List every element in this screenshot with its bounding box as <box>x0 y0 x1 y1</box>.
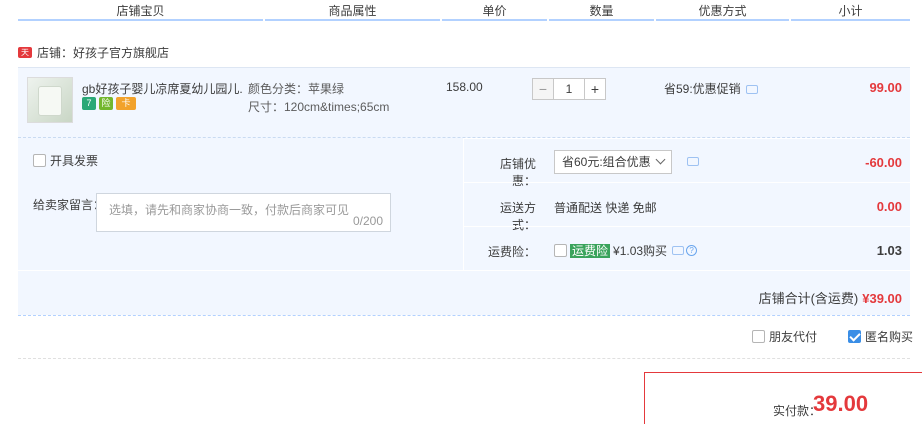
divider <box>18 315 910 316</box>
shop-name[interactable]: 店铺：好孩子官方旗舰店 <box>37 44 169 61</box>
card-icon: 卡 <box>116 97 136 110</box>
anonymous-option[interactable]: 匿名购买 <box>848 328 913 345</box>
friend-pay-checkbox[interactable] <box>752 330 765 343</box>
col-shop-items: 店铺宝贝 <box>18 0 263 21</box>
promo-text: 省59:优惠促销 <box>664 80 758 97</box>
store-discount-value: 省60元:组合优惠 <box>562 155 651 169</box>
insurance-option[interactable]: 运费险 ¥1.03购买 ? <box>554 242 698 259</box>
insurance-tag: 运费险 <box>570 243 611 258</box>
insurance-row: 运费险： 运费险 ¥1.03购买 ? 1.03 <box>464 226 910 270</box>
tmall-icon: 天猫 <box>18 46 32 68</box>
friend-pay-label: 朋友代付 <box>769 330 818 344</box>
quantity-stepper: − 1 + <box>532 78 606 100</box>
discount-info-icon[interactable] <box>687 157 699 166</box>
friend-pay-option[interactable]: 朋友代付 <box>752 328 817 345</box>
store-total-row: 店铺合计(含运费) ¥39.00 <box>18 270 910 316</box>
pay-amount: 39.00 <box>813 391 869 416</box>
store-total-amount: ¥39.00 <box>862 291 902 306</box>
seller-message-input[interactable]: 选填，请先和商家协商一致，付款后商家可见 0/200 <box>96 193 391 232</box>
invoice-label: 开具发票 <box>50 154 99 168</box>
quantity-input[interactable]: 1 <box>554 78 584 100</box>
divider <box>18 358 910 359</box>
shop-row: 天猫 店铺：好孩子官方旗舰店 <box>18 42 169 68</box>
col-price: 单价 <box>442 0 547 21</box>
store-total-label: 店铺合计(含运费) <box>758 291 859 306</box>
invoice-option[interactable]: 开具发票 <box>33 152 98 169</box>
col-quantity: 数量 <box>549 0 654 21</box>
col-attributes: 商品属性 <box>265 0 440 21</box>
unit-price: 158.00 <box>446 80 483 94</box>
col-subtotal: 小计 <box>791 0 910 21</box>
order-options-left: 开具发票 给卖家留言： 选填，请先和商家协商一致，付款后商家可见 0/200 <box>18 138 464 270</box>
quantity-minus-button[interactable]: − <box>532 78 554 100</box>
promo-label: 省59:优惠促销 <box>664 82 741 96</box>
item-subtotal: 99.00 <box>869 80 902 95</box>
anonymous-checkbox[interactable] <box>848 330 861 343</box>
help-icon[interactable]: ? <box>686 245 698 256</box>
quantity-plus-button[interactable]: + <box>584 78 606 100</box>
attr-size: 尺寸：120cm&times;65cm <box>248 100 390 114</box>
col-discount: 优惠方式 <box>656 0 789 21</box>
cart-item: gb好孩子婴儿凉席夏幼儿园儿... 7 险 卡 颜色分类：苹果绿 尺寸：120c… <box>18 67 910 137</box>
attr-color: 颜色分类：苹果绿 <box>248 82 345 96</box>
insurance-icon: 险 <box>99 97 113 110</box>
invoice-checkbox[interactable] <box>33 154 46 167</box>
cart-header: 店铺宝贝 商品属性 单价 数量 优惠方式 小计 <box>0 0 922 22</box>
shipping-amount: 0.00 <box>876 199 902 214</box>
store-discount-select[interactable]: 省60元:组合优惠 <box>554 150 672 174</box>
product-thumbnail[interactable] <box>27 77 73 123</box>
product-badges: 7 险 卡 <box>82 97 136 110</box>
anonymous-label: 匿名购买 <box>865 330 914 344</box>
store-discount-row: 店铺优惠： 省60元:组合优惠 -60.00 <box>464 138 910 188</box>
shipping-row: 运送方式： 普通配送 快递 免邮 0.00 <box>464 182 910 232</box>
insurance-amount: 1.03 <box>876 243 902 258</box>
promo-info-icon[interactable] <box>745 85 758 95</box>
insurance-value: ¥1.03购买 <box>613 244 668 258</box>
message-placeholder: 选填，请先和商家协商一致，付款后商家可见 <box>109 203 350 217</box>
seven-day-return-icon: 7 <box>82 97 96 110</box>
message-counter: 0/200 <box>352 214 383 228</box>
chevron-down-icon <box>655 154 666 165</box>
store-discount-amount: -60.00 <box>865 155 902 170</box>
order-options: 开具发票 给卖家留言： 选填，请先和商家协商一致，付款后商家可见 0/200 店… <box>18 137 910 315</box>
insurance-label: 运费险： <box>487 245 536 259</box>
store-total: 店铺合计(含运费) ¥39.00 <box>759 288 902 307</box>
insurance-checkbox[interactable] <box>554 244 567 257</box>
payment-summary: 实付款： 39.00 <box>644 372 922 424</box>
insurance-info-icon[interactable] <box>672 246 685 255</box>
product-title[interactable]: gb好孩子婴儿凉席夏幼儿园儿... <box>82 80 242 97</box>
shipping-value: 普通配送 快递 免邮 <box>554 201 657 215</box>
message-label: 给卖家留言： <box>33 198 106 212</box>
